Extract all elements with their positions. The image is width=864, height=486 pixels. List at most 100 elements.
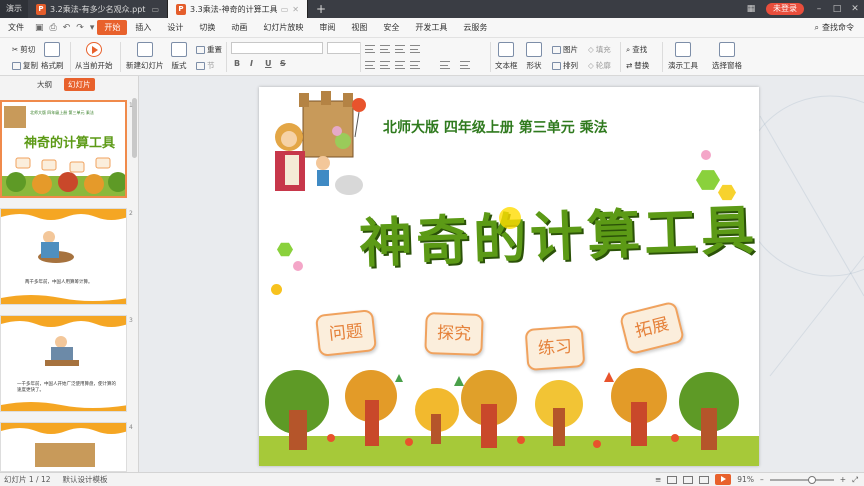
maximize-icon[interactable]: □ <box>828 0 846 18</box>
zoom-in-icon[interactable]: + <box>840 475 846 484</box>
thumb-number: 3 <box>129 317 133 324</box>
zoom-slider[interactable] <box>769 475 834 484</box>
new-slide-button[interactable]: 新建幻灯片 <box>126 42 164 71</box>
fill-button[interactable]: ◇ 填充 <box>588 44 611 55</box>
slide-subtitle[interactable]: 北师大版 四年级上册 第三单元 乘法 <box>383 117 608 137</box>
menu-insert[interactable]: 插入 <box>127 22 159 33</box>
outdent-icon[interactable] <box>410 45 420 53</box>
menu-transition[interactable]: 切换 <box>191 22 223 33</box>
save-icon[interactable]: ▣ <box>32 23 47 33</box>
fit-window-icon[interactable]: ⤢ <box>852 475 858 485</box>
reading-view-icon[interactable] <box>699 475 710 484</box>
tab-close-icon[interactable]: ✕ <box>292 5 299 14</box>
align-center-icon[interactable] <box>380 61 390 69</box>
copy-button[interactable]: 复制 <box>12 60 38 71</box>
menu-home[interactable]: 开始 <box>97 20 128 35</box>
tag-explore[interactable]: 探究 <box>424 312 484 356</box>
doc-tab-2[interactable]: P 3.3乘法-神奇的计算工具.ppt ▭ ✕ <box>168 0 308 18</box>
normal-view-icon[interactable] <box>667 475 678 484</box>
justify-icon[interactable] <box>410 61 420 69</box>
layout-icon[interactable]: ▦ <box>742 0 760 18</box>
title-bar: 演示 P 3.2乘法-有多少名观众.ppt ▭ P 3.3乘法-神奇的计算工具.… <box>0 0 864 18</box>
zoom-level[interactable]: 91% <box>737 475 754 484</box>
picture-button[interactable]: 图片 <box>552 44 578 55</box>
search-command[interactable]: ⌕ 查找命令 <box>815 22 854 33</box>
reset-button[interactable]: 重置 <box>196 44 222 55</box>
replace-button[interactable]: ⇄ 替换 <box>626 60 649 71</box>
tab-outline[interactable]: 大纲 <box>33 78 56 91</box>
doc-tab-1[interactable]: P 3.2乘法-有多少名观众.ppt ▭ <box>28 0 168 18</box>
menu-animation[interactable]: 动画 <box>223 22 255 33</box>
slide-thumb-1[interactable]: 北师大版 四年级上册 第三单元 乘法 神奇的计算工具 <box>0 100 127 198</box>
slide-canvas[interactable]: 北师大版 四年级上册 第三单元 乘法 神奇的计算工具 问题 探究 练习 拓展 <box>140 76 864 472</box>
strikethrough-button[interactable]: S <box>280 59 286 68</box>
slide-counter: 幻灯片 1 / 12 <box>4 475 51 484</box>
textbox-button[interactable]: 文本框 <box>495 42 518 71</box>
menu-file[interactable]: 文件 <box>0 22 32 33</box>
slide[interactable]: 北师大版 四年级上册 第三单元 乘法 神奇的计算工具 问题 探究 练习 拓展 <box>259 87 759 466</box>
sorter-view-icon[interactable] <box>683 475 694 484</box>
bullets-icon[interactable] <box>365 45 375 53</box>
app-menu[interactable]: 演示 <box>0 0 28 18</box>
indent-icon[interactable] <box>395 45 405 53</box>
divider <box>120 42 121 72</box>
login-button[interactable]: 未登录 <box>766 3 804 15</box>
line-spacing-icon[interactable] <box>440 61 450 69</box>
align-right-icon[interactable] <box>395 61 405 69</box>
font-name-select[interactable] <box>231 42 323 54</box>
shape-button[interactable]: 形状 <box>526 42 542 71</box>
underline-button[interactable]: U <box>265 59 272 68</box>
present-tools-button[interactable]: 演示工具 <box>668 42 698 71</box>
tag-extend[interactable]: 拓展 <box>618 300 686 356</box>
pink-dot <box>293 261 303 271</box>
menu-developer[interactable]: 开发工具 <box>407 22 455 33</box>
font-size-select[interactable] <box>327 42 361 54</box>
layout-button[interactable]: 版式 <box>171 42 187 71</box>
format-painter-button[interactable]: 格式刷 <box>41 42 64 71</box>
tab-window-icon[interactable]: ▭ <box>281 5 289 14</box>
play-from-current-label: 从当前开始 <box>75 61 113 70</box>
menu-design[interactable]: 设计 <box>159 22 191 33</box>
slide-thumb-3[interactable]: 一千多年前，中国人开始广泛使用算盘，使计算的速度更快了。 <box>0 315 127 412</box>
notes-icon[interactable]: ≡ <box>655 475 661 484</box>
bold-button[interactable]: B <box>234 59 240 68</box>
tab-window-icon[interactable]: ▭ <box>151 5 159 14</box>
dropdown-icon[interactable]: ▾ <box>87 23 98 33</box>
text-direction-icon[interactable] <box>460 61 470 69</box>
minimize-icon[interactable]: – <box>810 0 828 18</box>
slide-title[interactable]: 神奇的计算工具 <box>358 188 759 278</box>
menu-view[interactable]: 视图 <box>343 22 375 33</box>
play-from-current-button[interactable]: 从当前开始 <box>75 42 113 71</box>
slideshow-play-button[interactable] <box>715 474 732 485</box>
replace-icon: ⇄ <box>626 61 633 70</box>
outline-button[interactable]: ◇ 轮廓 <box>588 60 611 71</box>
find-button[interactable]: ⌕ 查找 <box>626 44 647 55</box>
slide-thumb-2[interactable]: 两千多年前，中国人用算筹计算。 <box>0 208 127 305</box>
picture-label: 图片 <box>563 45 578 54</box>
thumb-wave <box>1 423 126 434</box>
cut-button[interactable]: ✂ 剪切 <box>12 44 35 55</box>
menu-security[interactable]: 安全 <box>375 22 407 33</box>
close-icon[interactable]: ✕ <box>846 0 864 18</box>
select-pane-button[interactable]: 选择窗格 <box>712 42 742 71</box>
template-name[interactable]: 默认设计模板 <box>59 474 116 485</box>
menu-review[interactable]: 审阅 <box>311 22 343 33</box>
tab-slides[interactable]: 幻灯片 <box>64 77 95 91</box>
arrange-button[interactable]: 排列 <box>552 60 578 71</box>
redo-icon[interactable]: ↷ <box>73 23 87 33</box>
zoom-out-icon[interactable]: – <box>760 475 764 484</box>
italic-button[interactable]: I <box>250 59 253 68</box>
undo-icon[interactable]: ↶ <box>60 23 74 33</box>
new-tab-button[interactable]: + <box>308 0 334 18</box>
slide-thumb-4[interactable] <box>0 422 127 472</box>
section-button[interactable]: 节 <box>196 60 215 71</box>
align-left-icon[interactable] <box>365 61 375 69</box>
arrange-label: 排列 <box>563 61 578 70</box>
numbering-icon[interactable] <box>380 45 390 53</box>
tag-question[interactable]: 问题 <box>314 309 378 357</box>
print-icon[interactable]: ⎙ <box>47 23 60 33</box>
zoom-slider-knob[interactable] <box>807 475 816 484</box>
tag-practice[interactable]: 练习 <box>524 325 586 371</box>
menu-slideshow[interactable]: 幻灯片放映 <box>255 22 311 33</box>
menu-cloud[interactable]: 云服务 <box>455 22 495 33</box>
